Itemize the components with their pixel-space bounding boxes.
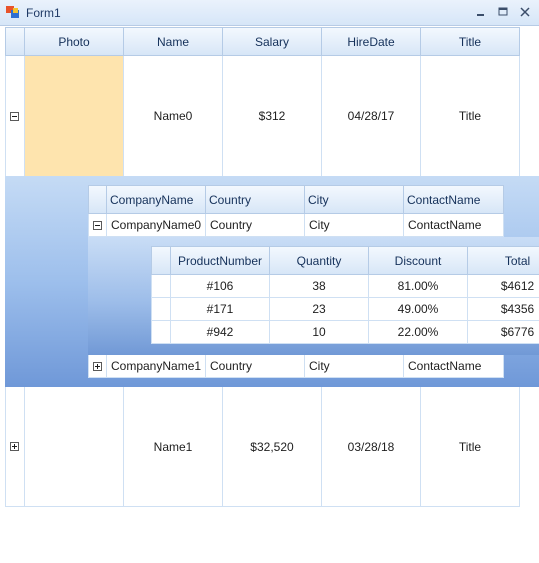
hiredate-cell[interactable]: 04/28/17 xyxy=(322,56,421,176)
salary-cell[interactable]: $32,520 xyxy=(223,387,322,506)
expand-icon[interactable] xyxy=(10,442,19,451)
collapse-icon[interactable] xyxy=(93,220,102,230)
product-row-indent xyxy=(151,321,171,344)
product-number-cell[interactable]: #942 xyxy=(171,321,270,344)
row-expander-cell xyxy=(5,387,25,506)
product-quantity-cell[interactable]: 23 xyxy=(270,298,369,321)
company-row-expander xyxy=(88,214,107,237)
title-bar[interactable]: Form1 xyxy=(0,0,539,26)
company-city-cell[interactable]: City xyxy=(305,214,404,237)
name-cell[interactable]: Name1 xyxy=(124,387,223,506)
hiredate-cell[interactable]: 03/28/18 xyxy=(322,387,421,506)
product-total-cell[interactable]: $6776 xyxy=(468,321,539,344)
name-cell[interactable]: Name0 xyxy=(124,56,223,176)
app-icon xyxy=(6,6,19,18)
column-header-name[interactable]: Name xyxy=(124,27,223,56)
product-column-header-discount[interactable]: Discount xyxy=(369,246,468,275)
column-header-salary[interactable]: Salary xyxy=(223,27,322,56)
company-country-cell[interactable]: Country xyxy=(206,355,305,378)
grid-bottom-border xyxy=(5,506,520,507)
product-discount-cell[interactable]: 22.00% xyxy=(369,321,468,344)
close-icon xyxy=(520,7,530,17)
product-column-header-quantity[interactable]: Quantity xyxy=(270,246,369,275)
company-name-cell[interactable]: CompanyName1 xyxy=(107,355,206,378)
company-contact-cell[interactable]: ContactName xyxy=(404,214,504,237)
maximize-button[interactable] xyxy=(495,4,511,20)
company-country-cell[interactable]: Country xyxy=(206,214,305,237)
title-cell[interactable]: Title xyxy=(421,56,520,176)
photo-cell[interactable] xyxy=(25,387,124,506)
company-column-header-contactname[interactable]: ContactName xyxy=(404,185,504,214)
close-button[interactable] xyxy=(517,4,533,20)
company-name-cell[interactable]: CompanyName0 xyxy=(107,214,206,237)
company-column-header-companyname[interactable]: CompanyName xyxy=(107,185,206,214)
maximize-icon xyxy=(498,7,508,16)
title-cell[interactable]: Title xyxy=(421,387,520,506)
company-contact-cell[interactable]: ContactName xyxy=(404,355,504,378)
company-column-header-city[interactable]: City xyxy=(305,185,404,214)
product-number-cell[interactable]: #171 xyxy=(171,298,270,321)
minimize-icon xyxy=(477,14,484,16)
company-header-indent xyxy=(88,185,107,214)
collapse-icon[interactable] xyxy=(10,111,19,121)
column-header-hiredate[interactable]: HireDate xyxy=(322,27,421,56)
column-header-title[interactable]: Title xyxy=(421,27,520,56)
product-total-cell[interactable]: $4356 xyxy=(468,298,539,321)
product-column-header-number[interactable]: ProductNumber xyxy=(171,246,270,275)
expand-icon[interactable] xyxy=(93,361,102,371)
product-header-indent xyxy=(151,246,171,275)
product-row-indent xyxy=(151,298,171,321)
product-column-header-total[interactable]: Total xyxy=(468,246,539,275)
product-quantity-cell[interactable]: 38 xyxy=(270,275,369,298)
company-row-expander xyxy=(88,355,107,378)
product-discount-cell[interactable]: 49.00% xyxy=(369,298,468,321)
product-discount-cell[interactable]: 81.00% xyxy=(369,275,468,298)
form-window: Form1 Photo Name Salary HireDate Title N… xyxy=(0,0,539,563)
column-header-photo[interactable]: Photo xyxy=(25,27,124,56)
product-row-indent xyxy=(151,275,171,298)
minimize-button[interactable] xyxy=(473,4,489,20)
product-total-cell[interactable]: $4612 xyxy=(468,275,539,298)
product-number-cell[interactable]: #106 xyxy=(171,275,270,298)
header-indent-cell xyxy=(5,27,25,56)
product-quantity-cell[interactable]: 10 xyxy=(270,321,369,344)
window-title: Form1 xyxy=(26,6,61,20)
photo-cell[interactable] xyxy=(25,56,124,176)
row-expander-cell xyxy=(5,56,25,176)
company-column-header-country[interactable]: Country xyxy=(206,185,305,214)
company-city-cell[interactable]: City xyxy=(305,355,404,378)
salary-cell[interactable]: $312 xyxy=(223,56,322,176)
